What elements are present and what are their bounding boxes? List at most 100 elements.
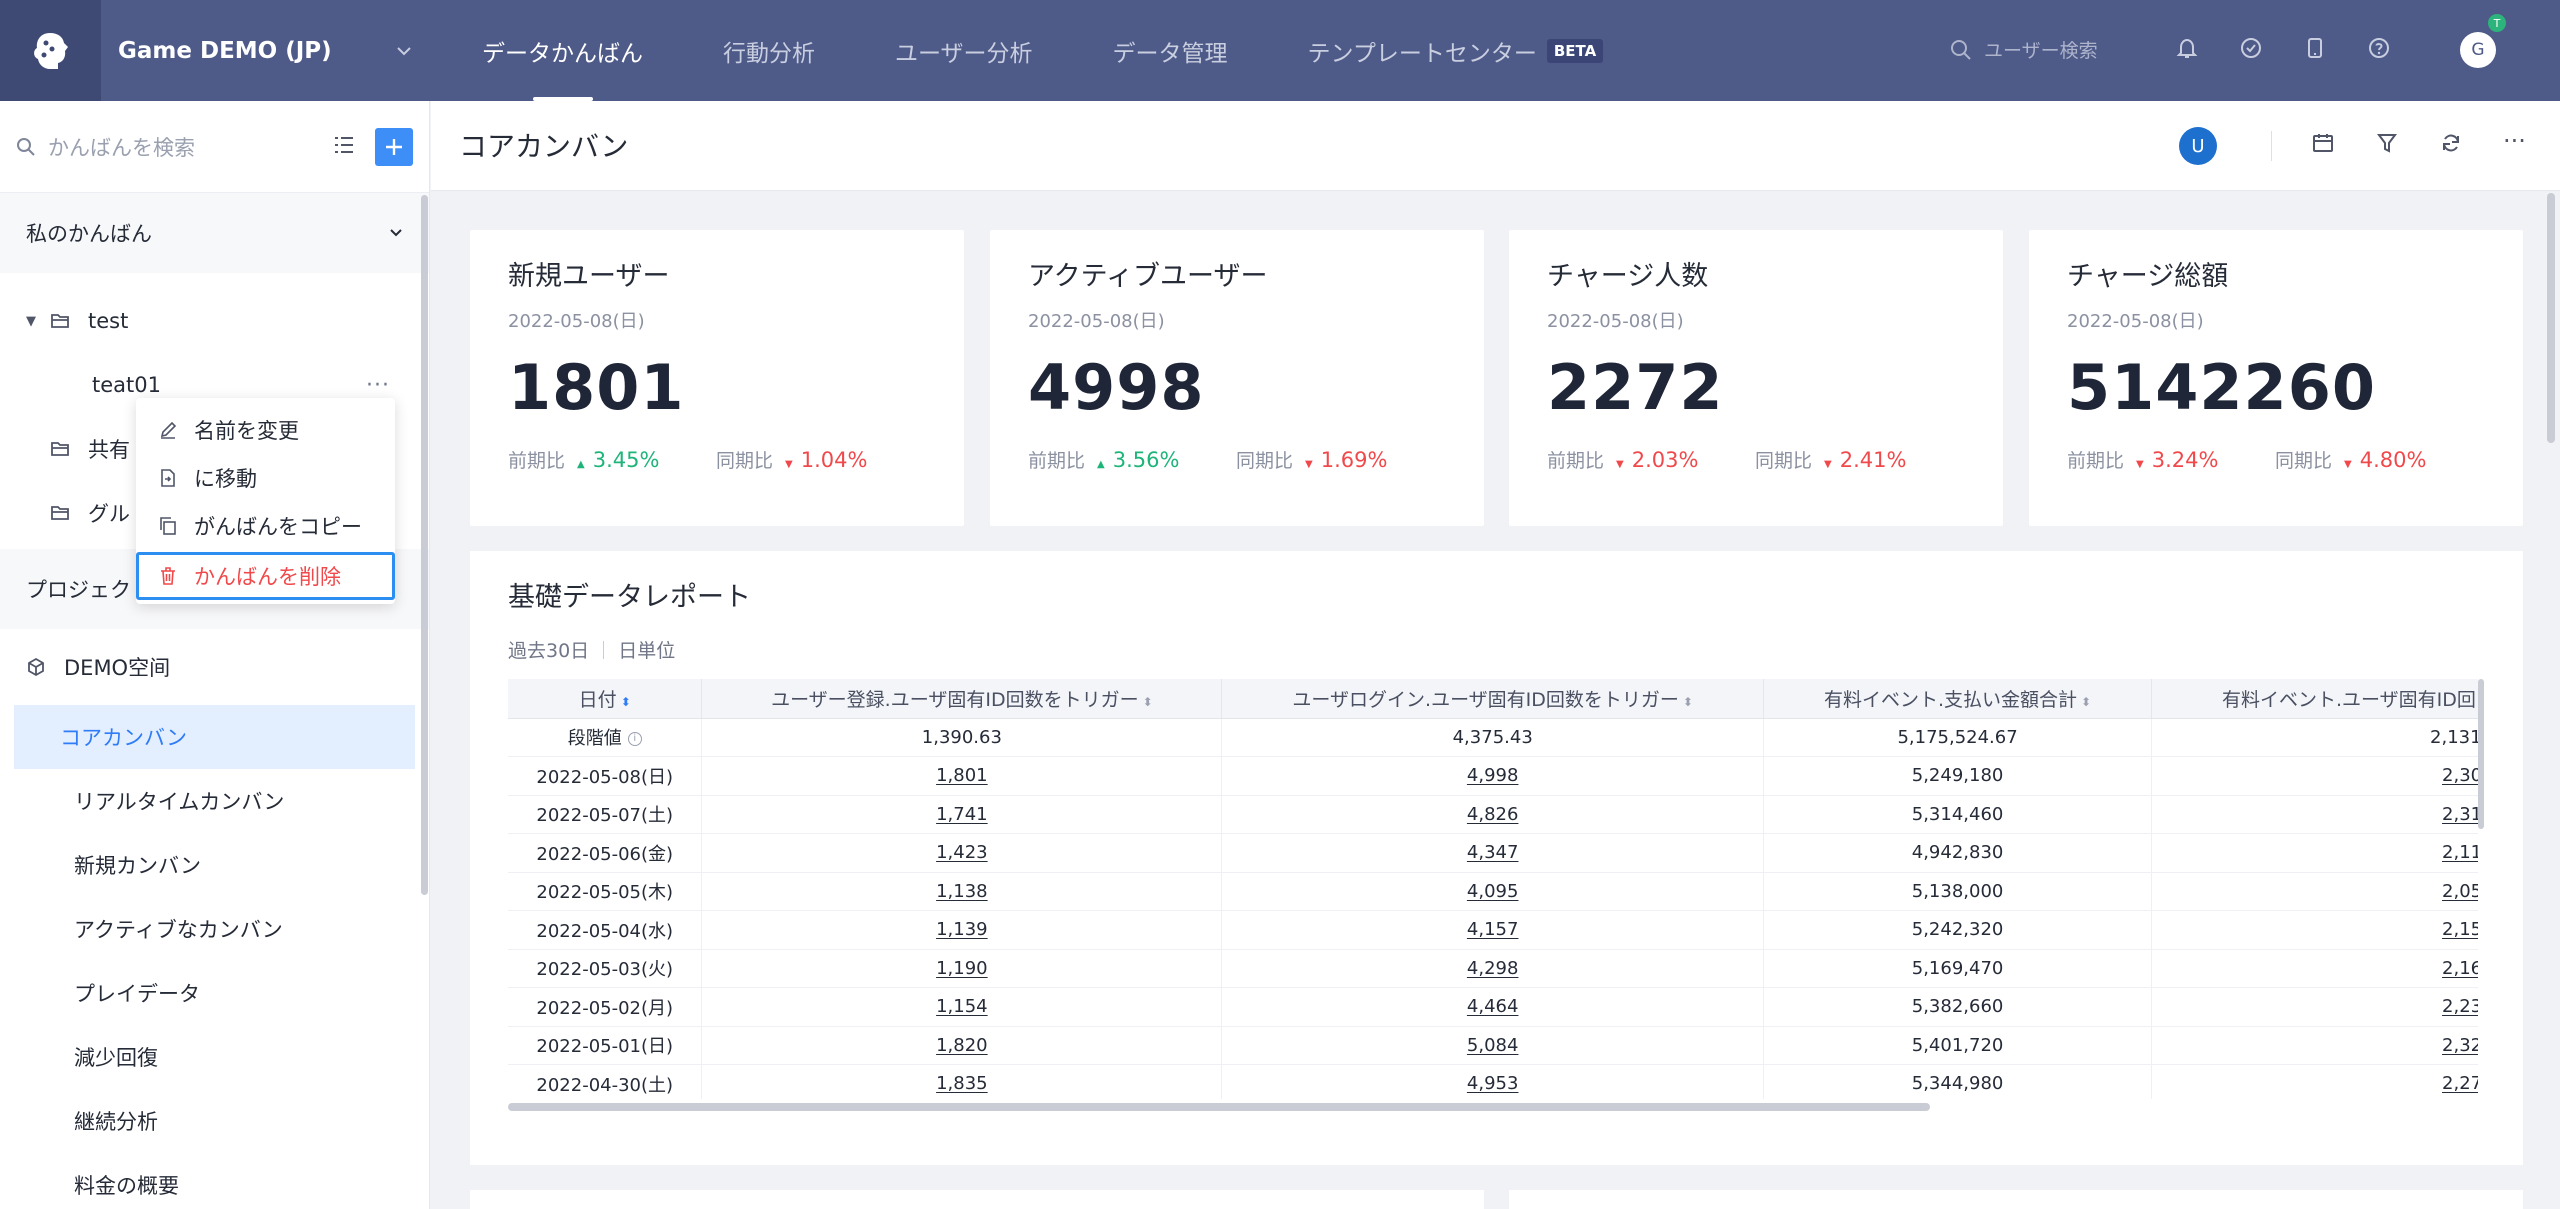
more-icon[interactable]: ··· (2503, 129, 2560, 159)
info-icon[interactable]: i (627, 732, 642, 747)
main-scrollbar[interactable] (2547, 193, 2555, 443)
menu-move[interactable]: に移動 (136, 454, 395, 502)
check-circle-icon[interactable] (2239, 36, 2303, 64)
table-cell-link[interactable]: 1,820 (701, 1026, 1223, 1065)
sort-icon[interactable]: ⬍ (1683, 695, 1693, 709)
user-search[interactable]: ユーザー検索 (1950, 36, 2098, 63)
table-cell-link[interactable]: 2,150 (2151, 910, 2478, 950)
list-toggle-icon[interactable] (333, 135, 355, 159)
menu-rename[interactable]: 名前を変更 (136, 406, 395, 454)
nav-user-analysis[interactable]: ユーザー分析 (895, 0, 1033, 101)
table-cell-link[interactable]: 4,464 (1221, 987, 1765, 1027)
table-cell-link[interactable]: 4,998 (1221, 756, 1765, 796)
filter-icon[interactable] (2375, 131, 2439, 159)
col-header-payment-total[interactable]: 有料イベント.支払い金額合計 ⬍ (1763, 679, 2153, 719)
table-cell-link[interactable]: 1,154 (701, 987, 1223, 1027)
brain-logo-icon[interactable] (0, 0, 101, 101)
table-cell-link[interactable]: 2,273 (2151, 1064, 2478, 1099)
sort-icon[interactable]: ⬍ (2081, 695, 2091, 709)
table-row: 2022-05-05(木) 1,138 4,095 5,138,000 2,05… (508, 872, 2478, 911)
collaborator-avatar[interactable]: U (2179, 127, 2217, 165)
sidebar-item-new-kanban[interactable]: 新規カンバン (14, 833, 415, 897)
sidebar-item-play-data[interactable]: プレイデータ (14, 961, 415, 1025)
col-header-label: 日付 (578, 688, 617, 711)
table-cell-link[interactable]: 2,232 (2151, 987, 2478, 1027)
user-avatar[interactable]: G (2460, 32, 2496, 68)
table-cell-link[interactable]: 2,165 (2151, 949, 2478, 988)
table-cell-link[interactable]: 1,139 (701, 910, 1223, 950)
table-cell-link[interactable]: 2,113 (2151, 833, 2478, 873)
more-icon[interactable]: ··· (366, 373, 390, 398)
chevron-down-icon[interactable] (396, 40, 456, 61)
my-kanban-section[interactable]: 私のかんばん (0, 193, 429, 273)
sidebar-item-active-kanban[interactable]: アクティブなカンバン (14, 897, 415, 961)
calendar-icon[interactable] (2311, 131, 2375, 159)
table-cell-link[interactable]: 1,741 (701, 795, 1223, 834)
table-cell-link[interactable]: 4,953 (1221, 1064, 1765, 1099)
table-cell-link[interactable]: 4,095 (1221, 872, 1765, 911)
kpi-prev-pct: 3.24% (2151, 447, 2219, 472)
table-horizontal-scrollbar[interactable] (508, 1103, 1930, 1111)
table-row-stage: 段階値 i 1,390.63 4,375.43 5,175,524.67 2,13… (508, 718, 2478, 757)
sort-icon[interactable]: ⬍ (1143, 695, 1153, 709)
table-cell-link[interactable]: 4,298 (1221, 949, 1765, 988)
table-cell-link[interactable]: 1,835 (701, 1064, 1223, 1099)
arrow-down-icon: ▼ (2344, 458, 2352, 470)
bell-icon[interactable] (2175, 36, 2239, 64)
kpi-prev-label: 前期比 (508, 450, 566, 472)
menu-copy[interactable]: がんばんをコピー (136, 502, 395, 550)
app-selector[interactable]: Game DEMO (JP) (118, 38, 388, 64)
nav-template-center[interactable]: テンプレートセンター BETA (1308, 0, 1604, 101)
kanban-search-input[interactable]: かんばんを検索 (48, 132, 333, 162)
menu-delete[interactable]: かんばんを削除 (136, 552, 395, 600)
kpi-prev-label: 前期比 (2067, 450, 2125, 472)
help-icon[interactable] (2367, 36, 2431, 64)
sort-icon[interactable]: ⬍ (621, 695, 631, 709)
table-cell-link[interactable]: 4,347 (1221, 833, 1765, 873)
sidebar-item-retention[interactable]: 継続分析 (14, 1089, 415, 1153)
col-header-login[interactable]: ユーザログイン.ユーザ固有ID回数をトリガー ⬍ (1221, 679, 1765, 719)
next-card-left (470, 1190, 1484, 1209)
table-cell-link[interactable]: 1,138 (701, 872, 1223, 911)
nav-data-management[interactable]: データ管理 (1113, 0, 1228, 101)
table-cell-link[interactable]: 2,055 (2151, 872, 2478, 911)
main-nav: データかんばん 行動分析 ユーザー分析 データ管理 テンプレートセンター BET… (482, 0, 1683, 101)
kpi-prev-label: 前期比 (1028, 450, 1086, 472)
table-cell-link[interactable]: 5,084 (1221, 1026, 1765, 1065)
nav-behavior-analysis[interactable]: 行動分析 (723, 0, 815, 101)
report-table: 日付 ⬍ ユーザー登録.ユーザ固有ID回数をトリガー ⬍ ユーザログイン.ユーザ固有… (508, 679, 2478, 1099)
col-header-paying-users[interactable]: 有料イベント.ユーザ固有ID回 (2151, 679, 2478, 719)
table-cell-link[interactable]: 4,826 (1221, 795, 1765, 834)
col-header-date[interactable]: 日付 ⬍ (508, 679, 703, 719)
arrow-up-icon: ▲ (1097, 458, 1105, 470)
sidebar-item-realtime-kanban[interactable]: リアルタイムカンバン (14, 769, 415, 833)
add-kanban-button[interactable] (375, 127, 413, 166)
table-cell-link[interactable]: 1,801 (701, 756, 1223, 796)
table-cell-link[interactable]: 4,157 (1221, 910, 1765, 950)
nav-template-center-label: テンプレートセンター (1307, 40, 1537, 67)
nav-data-kanban[interactable]: データかんばん (482, 0, 643, 101)
table-cell-link[interactable]: 2,303 (2151, 756, 2478, 796)
table-cell-link[interactable]: 1,190 (701, 949, 1223, 988)
sidebar-item-churn-recovery[interactable]: 減少回復 (14, 1025, 415, 1089)
space-demo[interactable]: DEMO空间 (0, 629, 429, 705)
sidebar-item-fee-overview[interactable]: 料金の概要 (14, 1153, 415, 1209)
kpi-title: 新規ユーザー (508, 261, 670, 292)
top-navbar: Game DEMO (JP) データかんばん 行動分析 ユーザー分析 データ管理… (0, 0, 2560, 101)
tablet-icon[interactable] (2303, 36, 2367, 64)
sidebar-scrollbar[interactable] (421, 195, 428, 895)
stage-label-cell: 段階値 i (508, 718, 703, 757)
kpi-value: 4998 (1028, 351, 1205, 424)
menu-delete-label: かんばんを削除 (194, 565, 341, 589)
report-table-container: 日付 ⬍ ユーザー登録.ユーザ固有ID回数をトリガー ⬍ ユーザログイン.ユーザ固有… (508, 679, 2478, 1099)
sidebar-item-core-kanban[interactable]: コアカンバン (14, 705, 415, 769)
col-header-registration[interactable]: ユーザー登録.ユーザ固有ID回数をトリガー ⬍ (701, 679, 1223, 719)
table-cell-link[interactable]: 1,423 (701, 833, 1223, 873)
table-cell-link[interactable]: 2,319 (2151, 795, 2478, 834)
folder-test[interactable]: ▼ test (0, 289, 429, 353)
table-vertical-scrollbar[interactable] (2478, 679, 2484, 829)
report-unit: 日単位 (618, 640, 676, 662)
table-cell-link[interactable]: 2,328 (2151, 1026, 2478, 1065)
folder-icon (51, 314, 69, 328)
refresh-icon[interactable] (2439, 131, 2503, 159)
